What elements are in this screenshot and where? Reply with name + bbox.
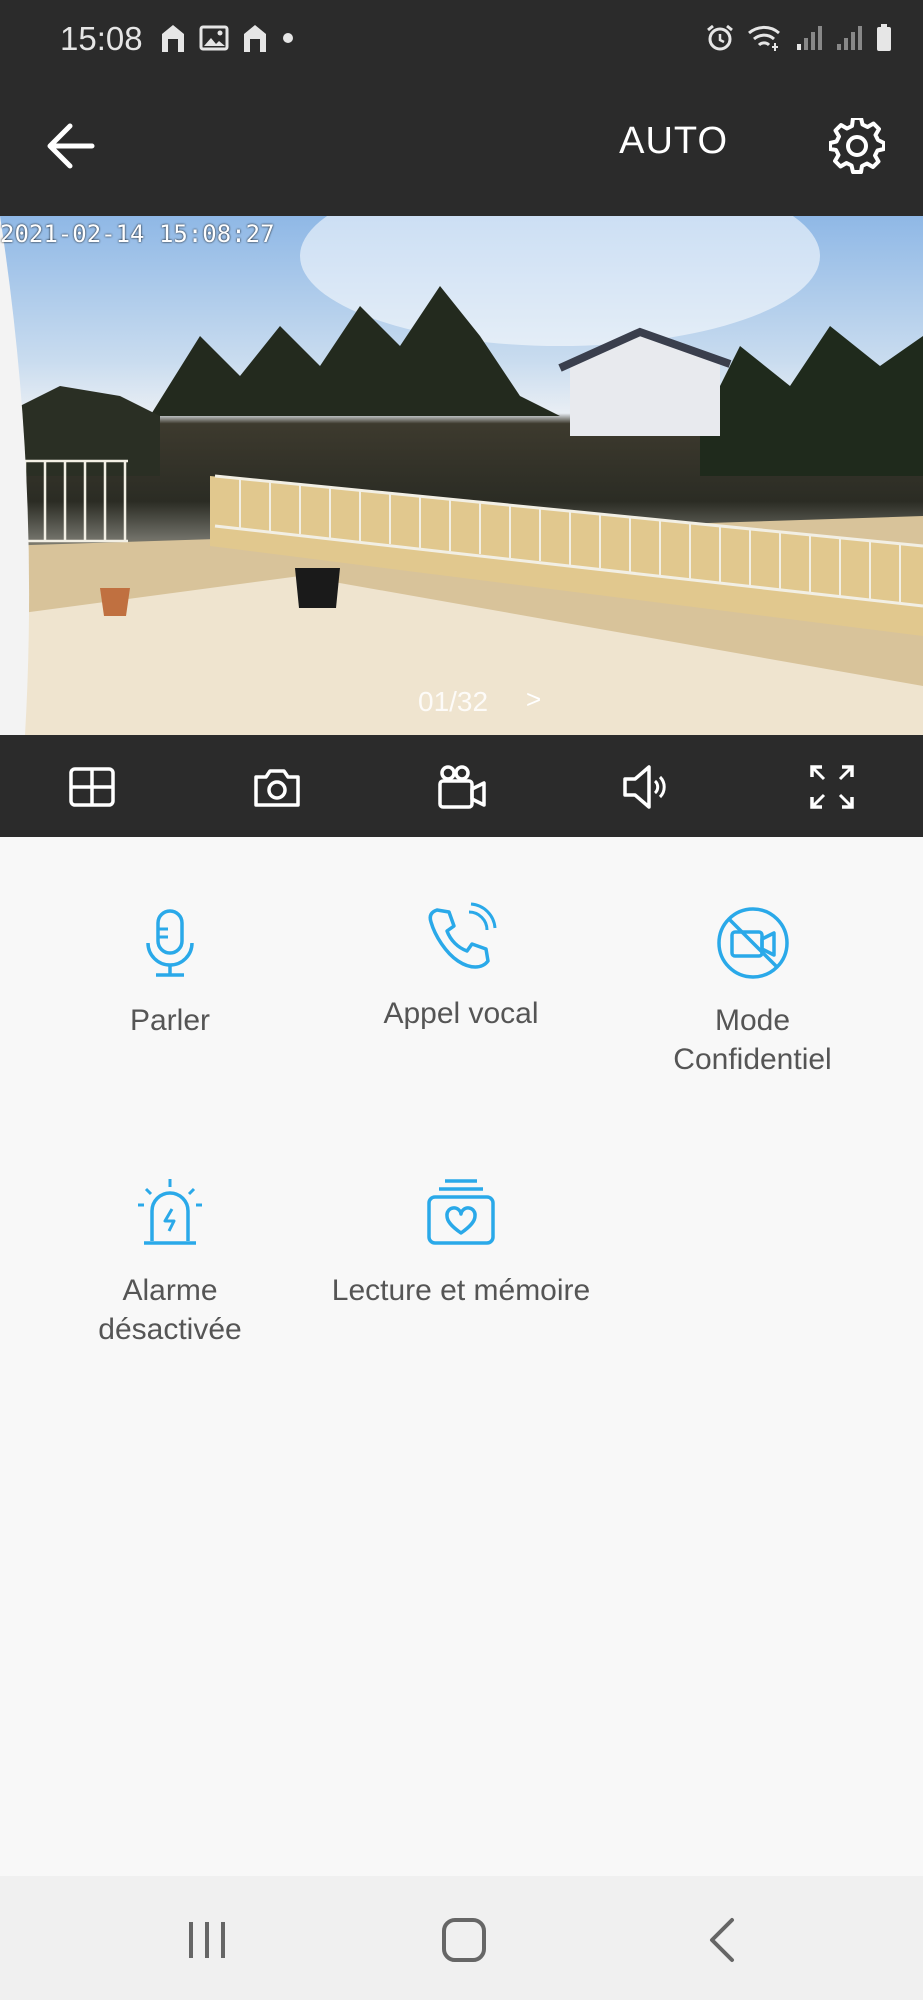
video-timestamp: 2021-02-14 15:08:27 <box>0 220 275 248</box>
mode-auto-button[interactable]: AUTO <box>619 120 728 163</box>
privacy-mode-action[interactable]: Mode Confidentiel <box>645 905 860 1079</box>
status-time: 15:08 <box>60 20 143 57</box>
back-nav-icon <box>710 1918 734 1962</box>
recent-apps-icon <box>189 1922 225 1958</box>
microphone-icon <box>146 909 194 977</box>
alarm-label-line1: Alarme <box>122 1274 218 1307</box>
grid-view-button[interactable] <box>66 761 118 813</box>
status-system-icons <box>705 20 893 56</box>
playback-memory-label: Lecture et mémoire <box>331 1274 591 1307</box>
privacy-mode-label-line2: Confidentiel <box>673 1043 832 1076</box>
next-page-button[interactable]: > <box>526 684 541 715</box>
voice-call-label: Appel vocal <box>383 997 539 1030</box>
home-icon <box>162 25 184 52</box>
alarm-label: Alarme désactivée <box>75 1271 265 1349</box>
app-bar: AUTO <box>0 76 923 216</box>
video-record-icon <box>438 765 486 809</box>
privacy-mode-label-line1: Mode <box>714 1004 791 1037</box>
arrow-left-icon <box>47 123 95 169</box>
wifi-icon <box>748 26 780 51</box>
fullscreen-button[interactable] <box>806 761 858 813</box>
home-icon <box>244 25 266 52</box>
status-notification-icons <box>157 20 295 56</box>
talk-label: Parler <box>129 1004 211 1037</box>
phone-call-icon <box>428 902 497 969</box>
fullscreen-icon <box>810 765 854 809</box>
memory-heart-icon <box>427 1179 495 1245</box>
sound-button[interactable] <box>621 761 673 813</box>
back-nav-button[interactable] <box>700 1916 748 1964</box>
alarm-label-line2: désactivée <box>98 1313 242 1346</box>
snapshot-button[interactable] <box>251 761 303 813</box>
talk-action[interactable]: Parler <box>75 905 265 1040</box>
playback-memory-action[interactable]: Lecture et mémoire <box>310 1175 612 1310</box>
image-icon <box>199 25 229 51</box>
video-scene <box>0 216 923 735</box>
gear-icon <box>828 116 886 174</box>
home-button-icon <box>442 1918 486 1962</box>
dot-icon <box>283 33 293 43</box>
voice-call-action[interactable]: Appel vocal <box>340 900 582 1033</box>
back-button[interactable] <box>40 114 104 178</box>
video-page-indicator: 01/32 <box>418 686 489 717</box>
signal-icon <box>797 26 822 50</box>
signal-icon <box>837 26 862 50</box>
home-button[interactable] <box>440 1916 488 1964</box>
battery-icon <box>877 24 891 51</box>
alarm-icon <box>707 24 733 51</box>
alarm-action[interactable]: Alarme désactivée <box>75 1175 265 1349</box>
grid-icon <box>69 767 115 807</box>
camera-live-view[interactable]: 2021-02-14 15:08:27 01/32 > <box>0 216 923 735</box>
speaker-icon <box>623 765 666 809</box>
siren-icon <box>138 1179 202 1245</box>
privacy-mode-label: Mode Confidentiel <box>645 1001 860 1079</box>
settings-button[interactable] <box>828 116 886 174</box>
status-bar: 15:08 <box>0 0 923 76</box>
recent-apps-button[interactable] <box>183 1916 231 1964</box>
system-navigation-bar <box>0 1876 923 2000</box>
record-button[interactable] <box>436 761 488 813</box>
video-toolbar <box>0 735 923 837</box>
camera-off-icon <box>716 907 789 979</box>
camera-icon <box>254 769 300 807</box>
